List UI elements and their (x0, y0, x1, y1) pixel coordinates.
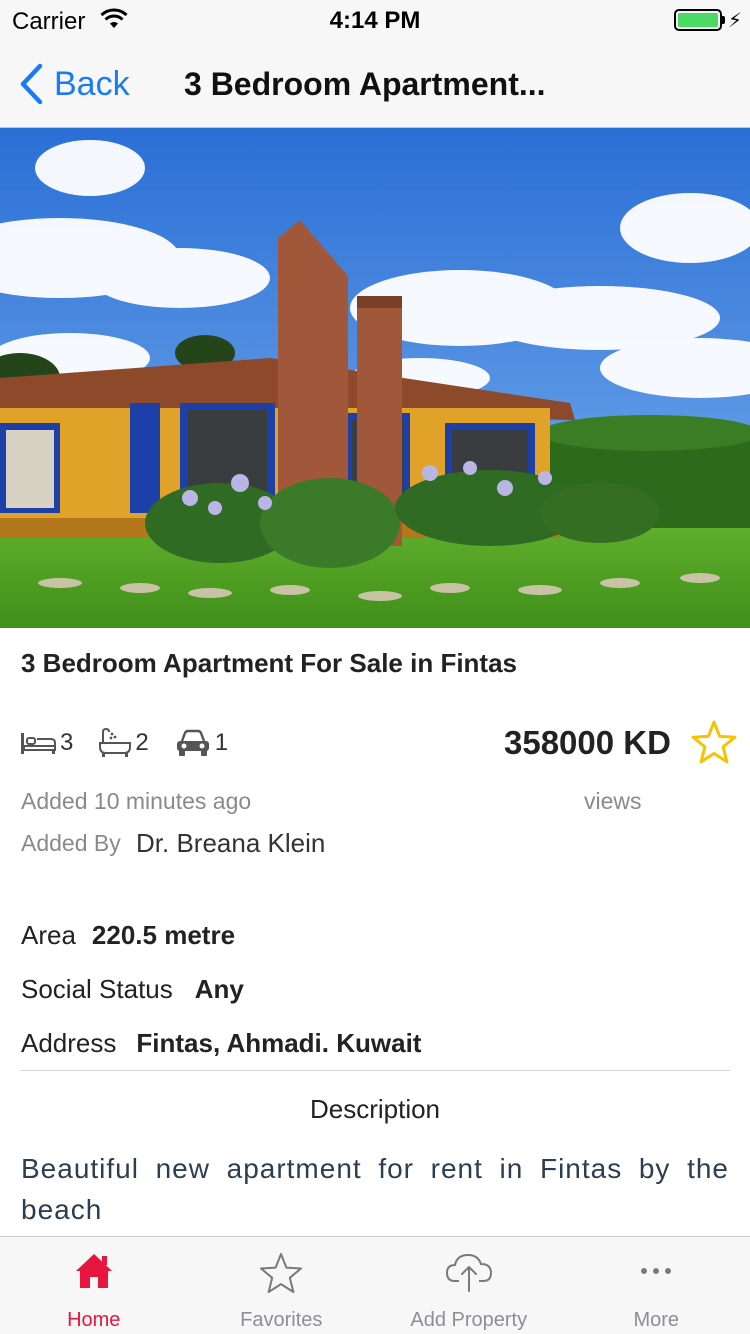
battery-icon (674, 9, 722, 31)
chevron-left-icon (20, 63, 43, 105)
property-title: 3 Bedroom Apartment For Sale in Fintas (21, 648, 518, 678)
cloud-upload-icon (445, 1253, 492, 1292)
description-text: Beautiful new apartment for rent in Fint… (21, 1153, 729, 1225)
tab-label: Add Property (410, 1309, 528, 1331)
status-bar: Carrier 4:14 PM ⚡ (0, 0, 750, 40)
battery-tip (722, 16, 725, 24)
star-icon (260, 1253, 303, 1293)
bathtub-icon (99, 728, 132, 757)
added-time: Added 10 minutes ago (21, 788, 252, 814)
bathrooms-count: 2 (135, 729, 149, 756)
agent-name[interactable]: Dr. Breana Klein (136, 828, 325, 859)
views-label: views (584, 788, 642, 814)
added-by-label: Added By (21, 830, 121, 856)
bathrooms-feature: 2 (99, 728, 149, 758)
detail-social-status: Social Status Any (21, 974, 244, 1005)
tab-home[interactable]: Home (0, 1237, 188, 1334)
clock: 4:14 PM (329, 7, 421, 34)
tab-favorites[interactable]: Favorites (188, 1237, 376, 1334)
house-photo (0, 128, 750, 628)
detail-value: Fintas, Ahmadi. Kuwait (136, 1028, 422, 1058)
detail-area: Area 220.5 metre (21, 920, 235, 951)
property-features: 3 2 1 (20, 726, 254, 760)
description-heading: Description (309, 1094, 441, 1124)
divider (20, 1070, 730, 1071)
tab-label: Favorites (240, 1309, 323, 1331)
detail-label: Address (21, 1028, 117, 1058)
bed-icon (21, 733, 56, 754)
more-dots-icon (641, 1268, 672, 1274)
bedrooms-feature: 3 (20, 729, 73, 757)
tab-bar: Home Favorites Add Property More (0, 1236, 750, 1334)
tab-label: More (633, 1309, 680, 1331)
detail-value: Any (194, 974, 244, 1004)
property-photo[interactable] (0, 128, 750, 628)
tab-label: Home (67, 1309, 121, 1331)
back-label: Back (54, 64, 130, 103)
favorite-star-icon[interactable] (690, 718, 738, 766)
detail-value: 220.5 metre (91, 920, 236, 950)
detail-address: Address Fintas, Ahmadi. Kuwait (21, 1028, 421, 1059)
property-price: 358000 KD (504, 724, 671, 761)
charging-icon: ⚡ (728, 10, 743, 32)
tab-add-property[interactable]: Add Property (375, 1237, 563, 1334)
navigation-bar: Back 3 Bedroom Apartment... (0, 40, 750, 128)
bedrooms-count: 3 (60, 729, 74, 756)
tab-more[interactable]: More (563, 1237, 750, 1334)
detail-label: Area (21, 920, 76, 950)
home-icon (75, 1254, 112, 1288)
parking-count: 1 (214, 729, 229, 756)
detail-label: Social Status (21, 974, 173, 1004)
car-icon (176, 729, 209, 756)
parking-feature: 1 (175, 729, 228, 757)
page-title: 3 Bedroom Apartment... (184, 66, 546, 102)
back-button[interactable]: Back (18, 60, 130, 108)
